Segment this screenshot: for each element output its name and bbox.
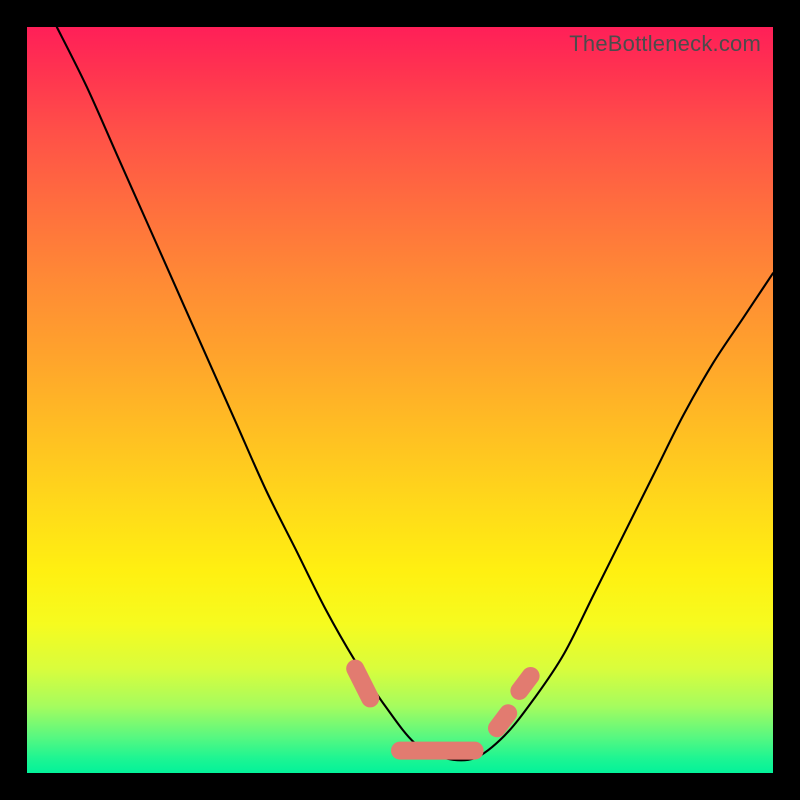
chart-frame: TheBottleneck.com bbox=[0, 0, 800, 800]
markers-group bbox=[355, 669, 530, 751]
curve-svg bbox=[27, 27, 773, 773]
ascent-dot-upper bbox=[519, 676, 530, 691]
left-descent-pill bbox=[355, 669, 370, 699]
ascent-dot-lower bbox=[497, 713, 508, 728]
plot-area: TheBottleneck.com bbox=[27, 27, 773, 773]
bottleneck-curve bbox=[57, 27, 773, 760]
